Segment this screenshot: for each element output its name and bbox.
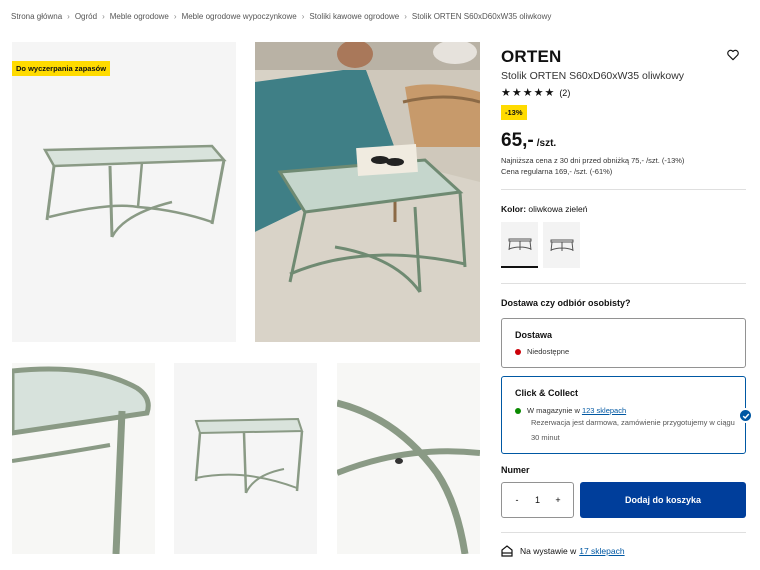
heart-icon[interactable]	[726, 48, 740, 62]
product-name: ORTEN	[501, 47, 562, 66]
review-count: (2)	[559, 87, 571, 98]
delivery-option-shipping[interactable]: Dostawa Niedostępne	[501, 318, 746, 368]
chevron-right-icon: ›	[404, 12, 407, 21]
shipping-status: Niedostępne	[515, 347, 569, 356]
add-to-cart-button[interactable]: Dodaj do koszyka	[580, 482, 746, 518]
checkmark-icon	[738, 408, 753, 423]
table-thumbnail-icon	[550, 239, 573, 252]
shipping-status-text: Niedostępne	[527, 347, 570, 356]
click-collect-stores-link[interactable]: 123 sklepach	[582, 406, 626, 415]
breadcrumb-current: Stolik ORTEN S60xD60xW35 oliwkowy	[411, 12, 552, 21]
divider	[501, 283, 746, 284]
shipping-title: Dostawa	[515, 330, 553, 340]
delivery-option-click-collect[interactable]: Click & Collect W magazynie w 123 sklepa…	[501, 376, 746, 454]
glass-corner-photo	[12, 363, 155, 554]
breadcrumb-garden-furniture[interactable]: Meble ogrodowe	[110, 12, 169, 21]
click-collect-status-prefix: W magazynie w	[527, 406, 580, 415]
divider	[501, 532, 746, 533]
showroom-stores-link[interactable]: 17 sklepach	[579, 546, 624, 556]
status-dot-icon	[515, 348, 521, 355]
price-notes: Najniższa cena z 30 dni przed obniżką 75…	[501, 155, 684, 177]
regular-price-note: Cena regularna 169,- /szt. (-61%)	[501, 167, 613, 176]
breadcrumb: Strona główna › Ogród › Meble ogrodowe ›…	[11, 12, 551, 21]
product-image-small[interactable]	[174, 363, 317, 554]
table-leg-photo	[337, 363, 480, 554]
chevron-right-icon: ›	[67, 12, 70, 21]
price-unit: /szt.	[536, 138, 557, 149]
color-value: oliwkowa zieleń	[528, 204, 588, 214]
color-label-key: Kolor:	[501, 204, 527, 214]
product-description: Stolik ORTEN S60xD60xW35 oliwkowy	[501, 70, 685, 82]
divider	[501, 189, 746, 190]
discount-badge: -13%	[501, 105, 527, 120]
click-collect-note: Rezerwacja jest darmowa, zamówienie przy…	[531, 418, 735, 442]
chevron-right-icon: ›	[102, 12, 105, 21]
table-thumbnail-icon	[508, 238, 531, 251]
stock-badge: Do wyczerpania zapasów	[12, 61, 111, 76]
click-collect-status: W magazynie w 123 sklepach	[515, 406, 626, 415]
breadcrumb-lounge-furniture[interactable]: Meble ogrodowe wypoczynkowe	[182, 12, 297, 21]
store-icon	[501, 545, 513, 557]
breadcrumb-home[interactable]: Strona główna	[11, 12, 62, 21]
showroom-info: Na wystawie w 17 sklepach	[501, 545, 625, 557]
color-swatch-olive[interactable]	[501, 222, 538, 268]
table-photo-small	[174, 363, 317, 554]
table-photo-front	[12, 42, 236, 342]
product-image-detail-corner[interactable]	[12, 363, 155, 554]
status-dot-icon	[515, 407, 521, 414]
product-image-detail-leg[interactable]	[337, 363, 480, 554]
star-rating-icon: ★★★★★	[501, 87, 556, 99]
product-rating[interactable]: ★★★★★ (2)	[501, 86, 570, 99]
quantity-value[interactable]: 1	[535, 495, 540, 505]
quantity-label: Numer	[501, 465, 530, 475]
decrement-button[interactable]: -	[510, 495, 524, 505]
pool-scene-photo	[255, 42, 480, 342]
delivery-question: Dostawa czy odbiór osobisty?	[501, 298, 631, 308]
increment-button[interactable]: +	[551, 495, 565, 505]
product-image-main[interactable]	[12, 42, 236, 342]
color-label: Kolor: oliwkowa zieleń	[501, 204, 587, 214]
lowest-price-note: Najniższa cena z 30 dni przed obniżką 75…	[501, 156, 685, 165]
quantity-stepper: - 1 +	[501, 482, 574, 518]
chevron-right-icon: ›	[301, 12, 305, 21]
click-collect-title: Click & Collect	[515, 388, 579, 398]
chevron-right-icon: ›	[173, 12, 177, 21]
price-amount: 65,-	[501, 130, 534, 151]
color-swatch-alt[interactable]	[543, 222, 580, 268]
showroom-prefix: Na wystawie w	[520, 546, 577, 556]
breadcrumb-coffee-tables[interactable]: Stoliki kawowe ogrodowe	[309, 12, 399, 21]
product-image-lifestyle[interactable]	[255, 42, 480, 342]
breadcrumb-garden[interactable]: Ogród	[75, 12, 97, 21]
price: 65,-/szt.	[501, 130, 556, 152]
